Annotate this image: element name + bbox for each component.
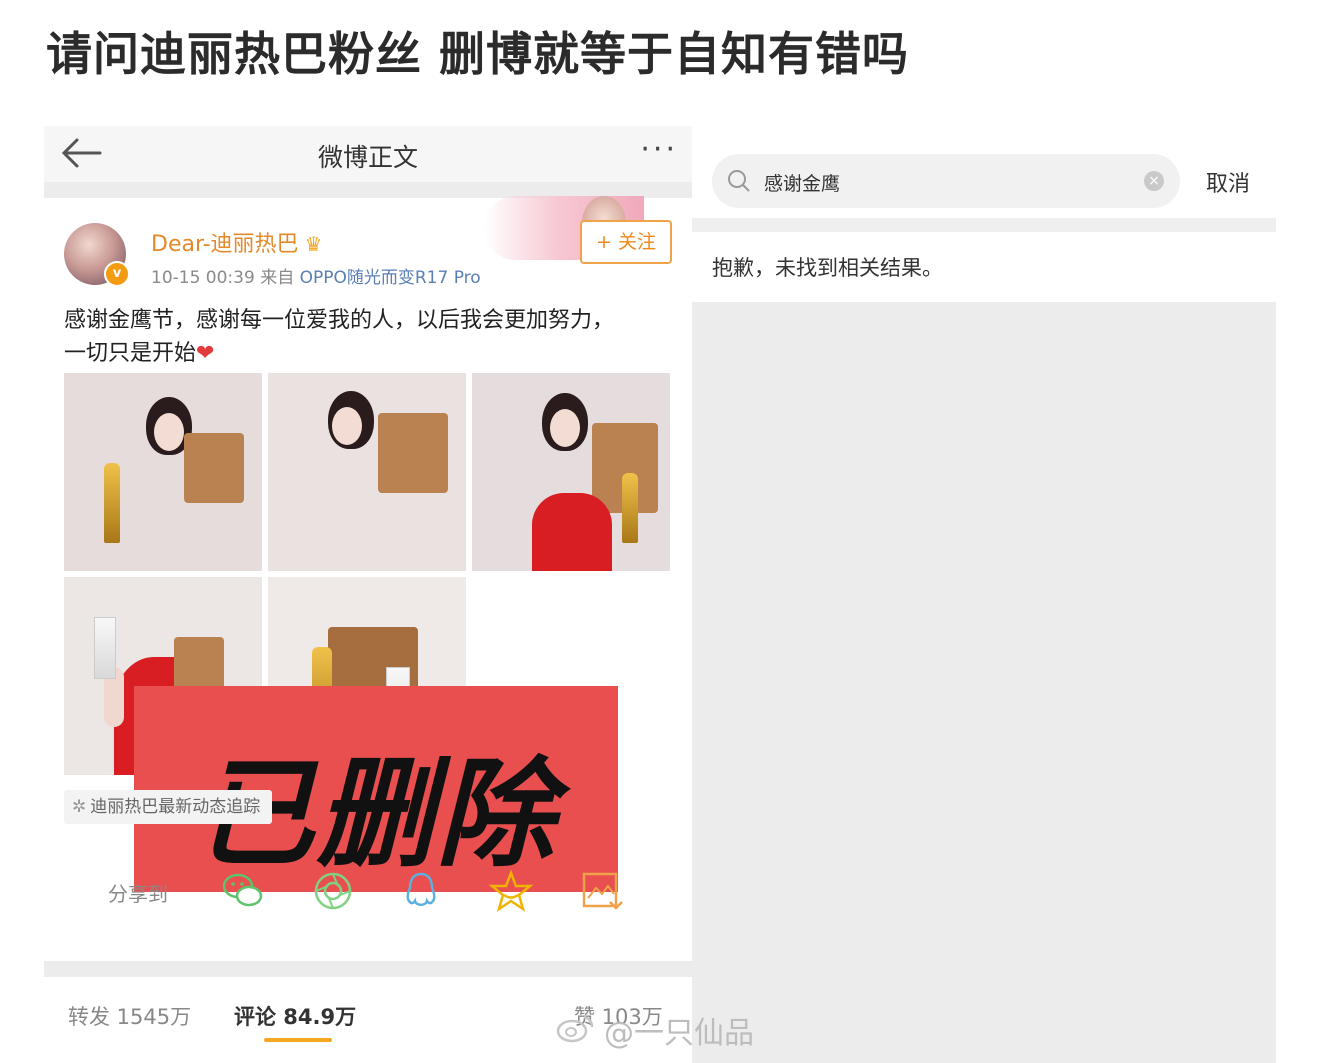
post-text: 感谢金鹰节，感谢每一位爱我的人，以后我会更加努力，一切只是开始❤	[64, 304, 624, 370]
search-query[interactable]: 感谢金鹰	[764, 169, 840, 196]
share-label: 分享到	[108, 882, 168, 906]
tab-repost[interactable]: 转发 1545万	[68, 1001, 191, 1031]
image-save-icon[interactable]	[578, 868, 624, 914]
more-menu-icon[interactable]: ···	[640, 132, 678, 167]
photo-grid: 已删除	[64, 373, 670, 892]
results-area	[692, 302, 1276, 1063]
deleted-overlay: 已删除	[134, 686, 618, 892]
photo-2[interactable]	[268, 373, 466, 571]
empty-results-message: 抱歉，未找到相关结果。	[712, 256, 943, 280]
verified-badge-icon: v	[104, 261, 130, 287]
username[interactable]: Dear-迪丽热巴 ♛	[151, 226, 322, 258]
post-time: 10-15 00:39	[151, 268, 255, 288]
photo-3[interactable]	[472, 373, 670, 571]
post-text-content: 感谢金鹰节，感谢每一位爱我的人，以后我会更加努力，一切只是开始	[64, 308, 615, 366]
search-icon	[728, 170, 750, 192]
weibo-detail-screen: 微博正文 ··· v Dear-迪丽热巴 ♛ 10-15 00:39 来自 OPP…	[44, 126, 692, 1063]
headline: 请问迪丽热巴粉丝 删博就等于自知有错吗	[46, 27, 910, 81]
qq-icon[interactable]	[398, 868, 444, 914]
weibo-logo-icon	[556, 1015, 594, 1043]
watermark: @一只仙品	[556, 1008, 754, 1052]
divider	[44, 961, 692, 977]
tab-comment[interactable]: 评论 84.9万	[234, 1001, 356, 1031]
crown-icon: ♛	[304, 232, 323, 256]
divider	[692, 218, 1276, 232]
watermark-text: @一只仙品	[604, 1016, 754, 1051]
photo-1[interactable]	[64, 373, 262, 571]
favorite-star-icon[interactable]	[488, 868, 534, 914]
post-meta: 10-15 00:39 来自 OPPO随光而变R17 Pro	[151, 263, 481, 288]
follow-button[interactable]: + 关注	[580, 220, 672, 264]
page-title: 微博正文	[317, 143, 418, 172]
nav-bar: 微博正文 ···	[44, 126, 692, 182]
moments-icon[interactable]	[310, 868, 356, 914]
search-screen: 感谢金鹰 × 取消 抱歉，未找到相关结果。	[692, 126, 1276, 1063]
avatar[interactable]: v	[64, 223, 130, 287]
post-source-prefix: 来自	[260, 268, 295, 288]
search-input[interactable]: 感谢金鹰 ×	[712, 154, 1180, 208]
post-device[interactable]: OPPO随光而变R17 Pro	[300, 268, 481, 288]
sparkle-icon: ✲	[72, 797, 87, 817]
username-text[interactable]: Dear-迪丽热巴	[151, 232, 299, 257]
topic-tag[interactable]: ✲ 迪丽热巴最新动态追踪	[64, 790, 273, 824]
active-tab-indicator	[264, 1038, 332, 1042]
clear-icon[interactable]: ×	[1144, 171, 1164, 191]
heart-icon: ❤	[196, 341, 215, 366]
topic-tag-text[interactable]: 迪丽热巴最新动态追踪	[90, 797, 260, 817]
wechat-icon[interactable]	[220, 868, 266, 914]
cancel-button[interactable]: 取消	[1206, 166, 1250, 198]
